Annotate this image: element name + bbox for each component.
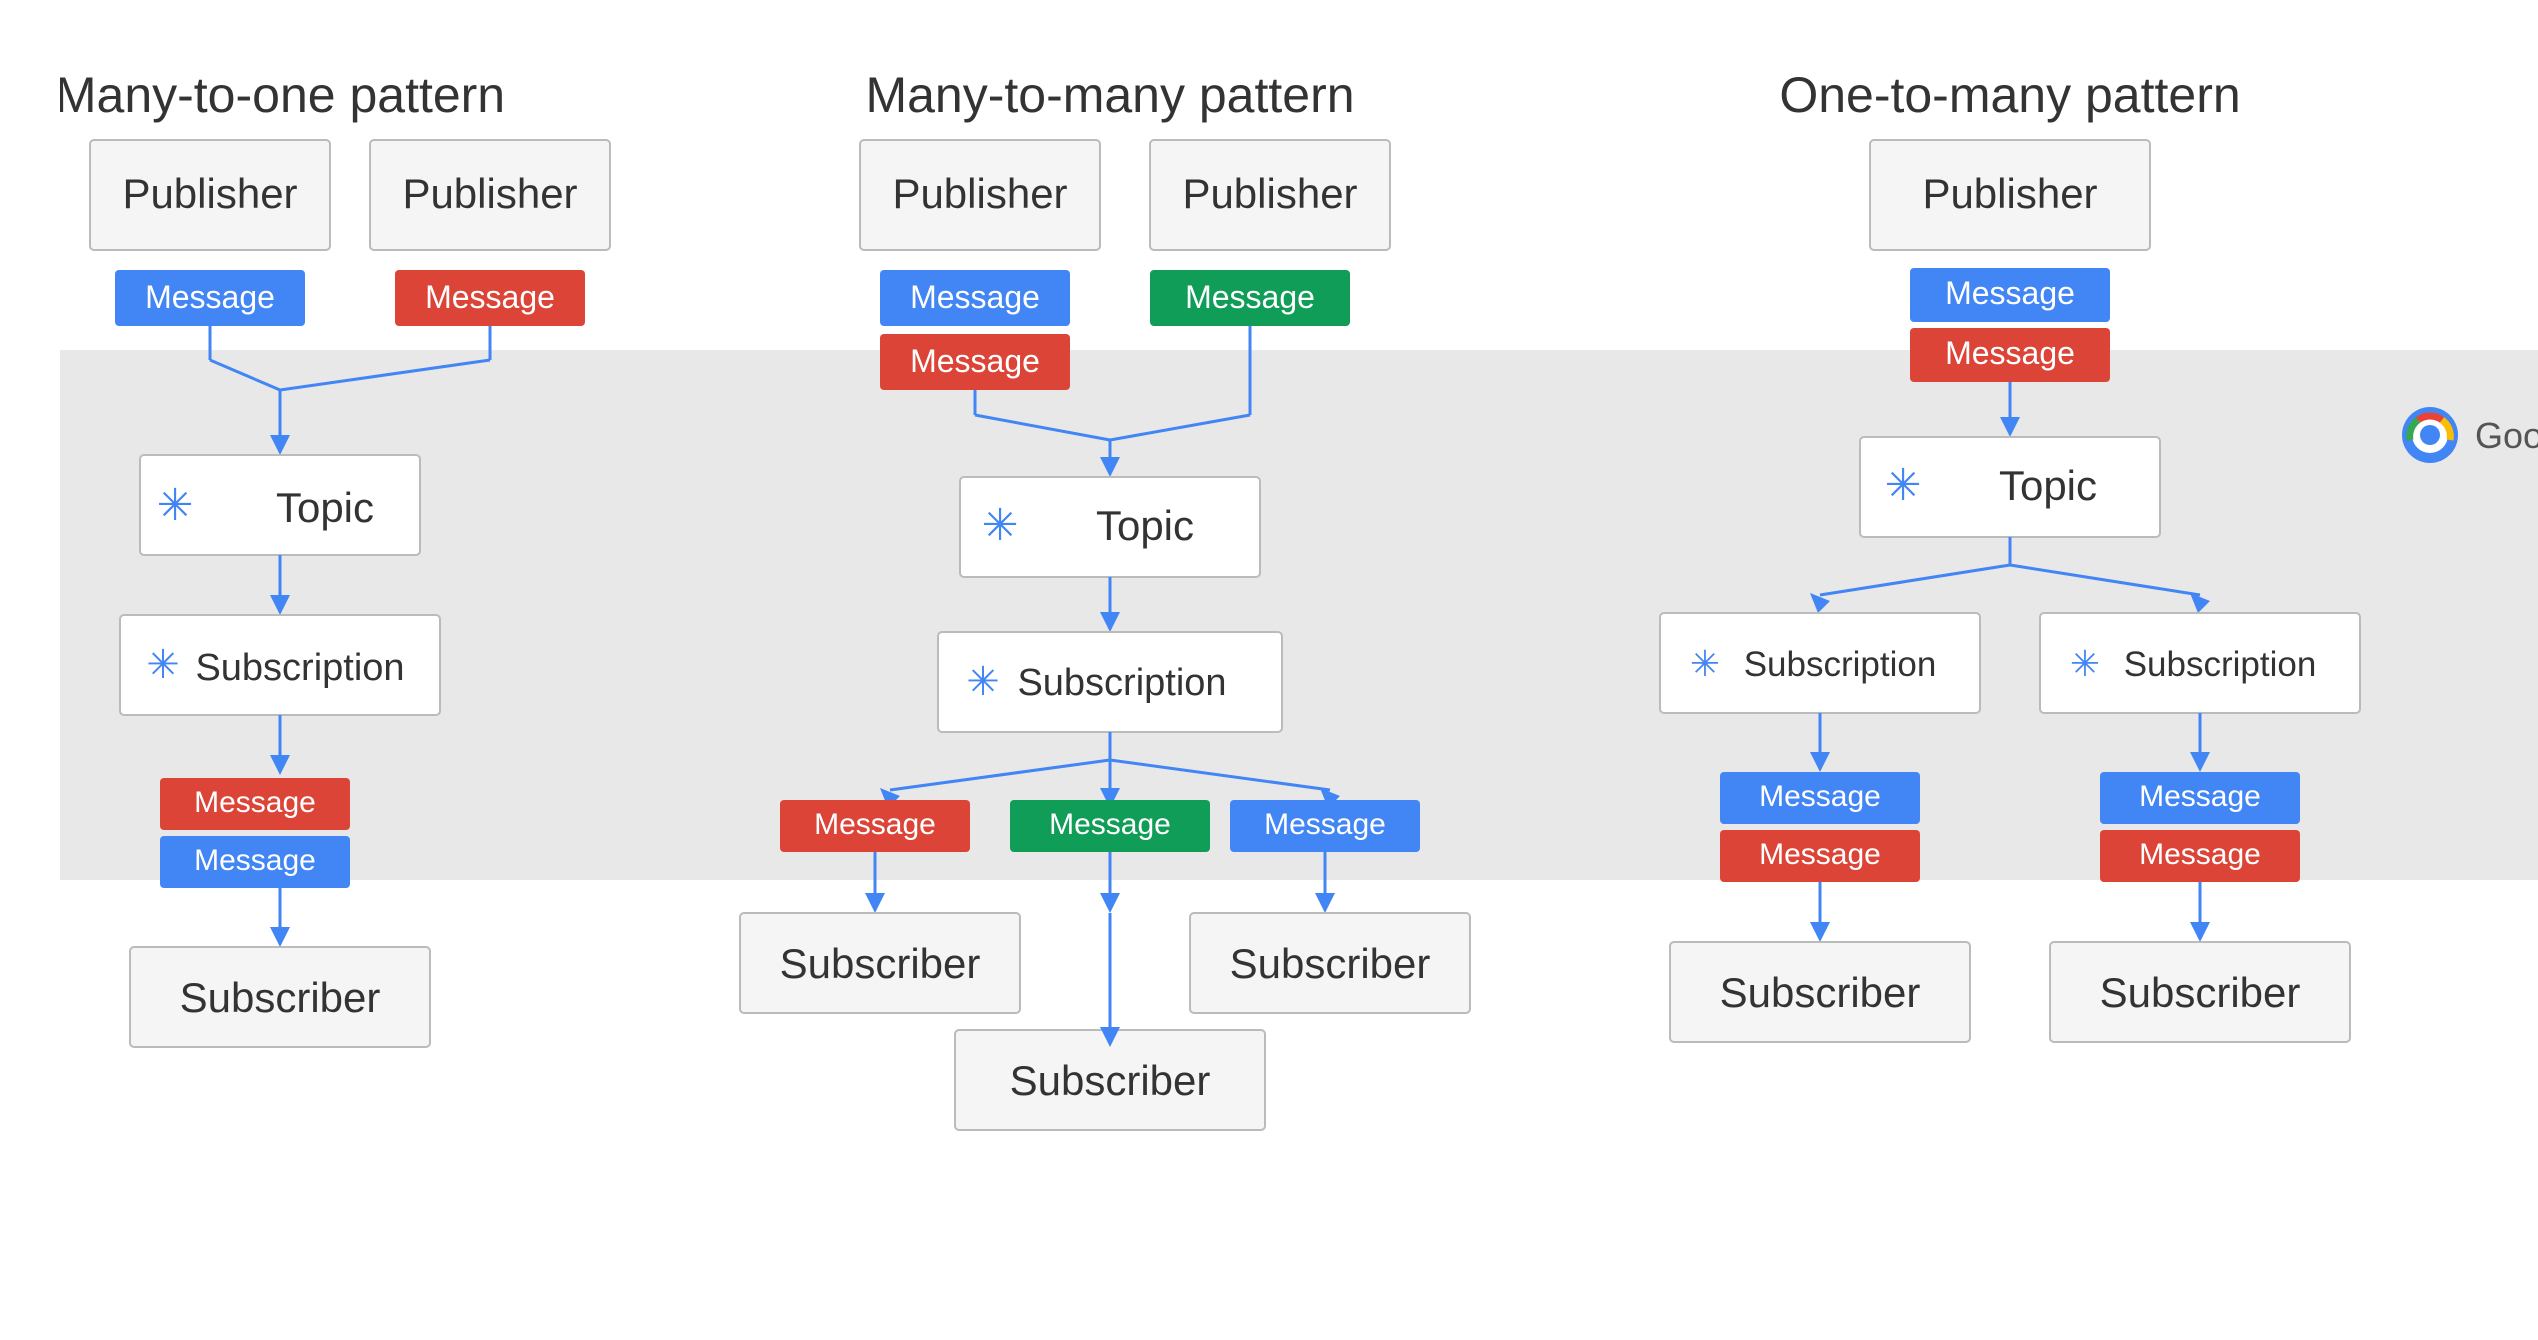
p1-msg2-label: Message	[425, 279, 555, 315]
p3-out-msg2-label: Message	[1759, 838, 1881, 871]
svg-text:✳: ✳	[1690, 643, 1720, 684]
p1-pub1-label: Publisher	[122, 170, 297, 217]
many-to-one-title: Many-to-one pattern	[60, 67, 505, 123]
p2-pub1-label: Publisher	[892, 170, 1067, 217]
svg-text:✳: ✳	[146, 643, 180, 687]
p3-out-msg4-label: Message	[2139, 838, 2261, 871]
one-to-many-title: One-to-many pattern	[1779, 67, 2240, 123]
p1-out-msg1-label: Message	[194, 786, 316, 819]
gc-logo-text: Google Cloud	[2475, 415, 2538, 456]
p2-subscription-label: Subscription	[1017, 662, 1226, 704]
p3-subscriber2-label: Subscriber	[2100, 969, 2301, 1016]
p2-out-msg3-label: Message	[1049, 808, 1171, 841]
svg-text:✳: ✳	[2070, 643, 2100, 684]
diagram-svg: Many-to-one pattern Publisher Publisher …	[60, 40, 2538, 1300]
p1-sub-label: Subscription	[195, 647, 404, 689]
svg-text:✳: ✳	[966, 660, 1000, 704]
p3-msg1-label: Message	[1945, 275, 2075, 311]
p1-msg1-label: Message	[145, 279, 275, 315]
p2-subscriber3-label: Subscriber	[1010, 1057, 1211, 1104]
p2-topic-label: Topic	[1096, 502, 1194, 549]
svg-text:✳: ✳	[982, 501, 1019, 550]
p1-out-msg2-label: Message	[194, 844, 316, 877]
svg-text:✳: ✳	[157, 481, 194, 530]
p3-out-msg3-label: Message	[2139, 780, 2261, 813]
p2-subscriber2-label: Subscriber	[1230, 940, 1431, 987]
p1-subscriber-label: Subscriber	[180, 974, 381, 1021]
p3-sub1-label: Subscription	[1744, 645, 1937, 684]
p2-msg1-label: Message	[910, 279, 1040, 315]
p3-out-msg1-label: Message	[1759, 780, 1881, 813]
p2-out-msg1-label: Message	[814, 808, 936, 841]
p1-topic-label: Topic	[276, 484, 374, 531]
main-container: Many-to-one pattern Publisher Publisher …	[0, 0, 2538, 1340]
p1-pub2-label: Publisher	[402, 170, 577, 217]
p2-subscriber1-label: Subscriber	[780, 940, 981, 987]
many-to-many-title: Many-to-many pattern	[865, 67, 1354, 123]
p2-msg2-label: Message	[910, 343, 1040, 379]
p3-subscriber1-label: Subscriber	[1720, 969, 1921, 1016]
p2-out-msg2-label: Message	[1264, 808, 1386, 841]
svg-text:✳: ✳	[1885, 461, 1922, 510]
p3-sub2-label: Subscription	[2124, 645, 2317, 684]
p3-msg2-label: Message	[1945, 335, 2075, 371]
p2-pub2-label: Publisher	[1182, 170, 1357, 217]
p3-pub1-label: Publisher	[1922, 170, 2097, 217]
p3-topic-label: Topic	[1999, 462, 2097, 509]
p2-msg3-label: Message	[1185, 279, 1315, 315]
